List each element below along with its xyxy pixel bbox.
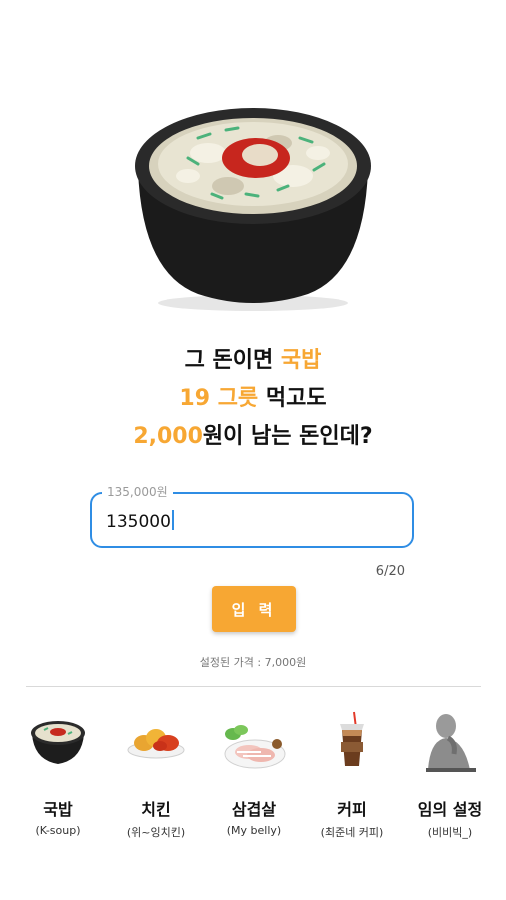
samgyeopsal-icon (224, 725, 286, 769)
chicken-icon (127, 729, 185, 759)
category-chicken[interactable]: 치킨 (위~잉치킨) (108, 708, 204, 848)
remaining-amount: 2,000 (133, 424, 203, 449)
price-input[interactable]: 135,000원 135000 (90, 484, 414, 548)
item-name: 국밥 (280, 348, 322, 373)
price-input-value[interactable]: 135000 (106, 510, 174, 532)
coffee-icon (340, 711, 364, 766)
category-subtitle: (위~잉치킨) (126, 826, 186, 839)
category-name: 임의 설정 (417, 800, 483, 819)
character-counter: 6/20 (375, 564, 405, 579)
thinker-icon (426, 714, 476, 772)
item-count: 19 그릇 (179, 386, 259, 411)
category-name: 국밥 (43, 800, 73, 819)
category-custom[interactable]: 임의 설정 (비비빅_) (402, 708, 498, 848)
category-samgyeopsal[interactable]: 삼겹살 (My belly) (206, 708, 302, 848)
category-subtitle: (My belly) (226, 824, 282, 837)
category-name: 커피 (337, 800, 367, 819)
category-gukbap[interactable]: 국밥 (K-soup) (10, 708, 106, 848)
price-input-label: 135,000원 (102, 484, 173, 500)
result-headline: 그 돈이면 국밥 19 그릇 먹고도 2,000원이 남는 돈인데? (0, 342, 506, 456)
category-subtitle: (K-soup) (35, 824, 81, 837)
category-list: 국밥 (K-soup) 치킨 (위~잉치킨) 삼겹살 (My belly) 커피… (10, 708, 500, 858)
set-price-note: 설정된 가격 : 7,000원 (199, 656, 307, 669)
category-subtitle: (비비빅_) (427, 826, 473, 839)
text-cursor (171, 510, 174, 530)
submit-button[interactable]: 입 력 (212, 586, 296, 632)
category-coffee[interactable]: 커피 (최준네 커피) (304, 708, 400, 848)
gukbap-icon (31, 721, 85, 764)
divider (26, 686, 481, 687)
headline-line-1: 그 돈이면 국밥 (184, 348, 322, 373)
category-name: 치킨 (141, 800, 171, 819)
category-subtitle: (최준네 커피) (320, 826, 384, 839)
headline-line-2: 19 그릇 먹고도 (179, 386, 327, 411)
headline-line-3: 2,000원이 남는 돈인데? (133, 424, 373, 449)
category-name: 삼겹살 (231, 800, 277, 819)
gukbap-hero-image (135, 108, 371, 311)
